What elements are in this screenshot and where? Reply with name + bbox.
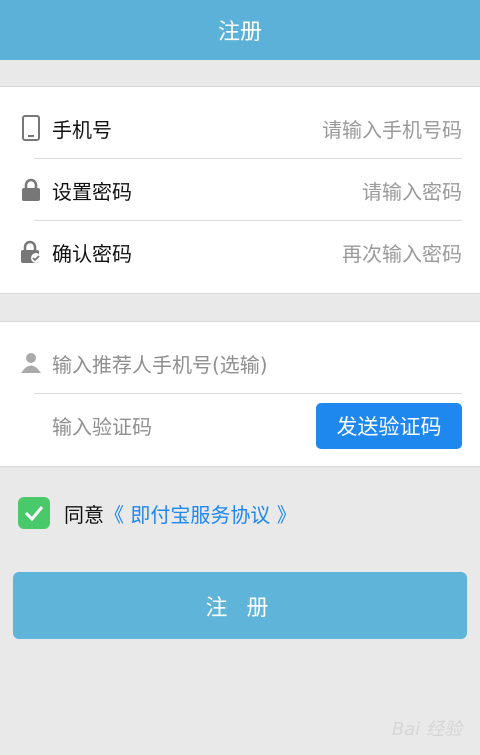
register-button[interactable]: 注 册 xyxy=(13,572,467,639)
agreement-link[interactable]: 《 即付宝服务协议 》 xyxy=(104,499,297,528)
confirm-input[interactable]: 再次输入密码 xyxy=(342,238,462,267)
password-row[interactable]: 设置密码 请输入密码 xyxy=(0,159,480,221)
confirm-row[interactable]: 确认密码 再次输入密码 xyxy=(0,221,480,283)
code-row: 输入验证码 发送验证码 xyxy=(0,394,480,456)
confirm-label: 确认密码 xyxy=(52,241,132,266)
send-code-button[interactable]: 发送验证码 xyxy=(316,403,462,449)
agree-text: 同意 xyxy=(64,502,104,527)
person-icon xyxy=(20,350,42,376)
header-bar: 注册 xyxy=(0,0,480,60)
lock-check-icon xyxy=(20,239,42,265)
checkmark-icon xyxy=(24,506,44,521)
phone-label: 手机号 xyxy=(52,117,112,142)
agreement-row: 同意 《 即付宝服务协议 》 xyxy=(18,496,297,530)
password-input[interactable]: 请输入密码 xyxy=(362,176,462,205)
password-label: 设置密码 xyxy=(52,179,132,204)
lock-icon xyxy=(20,177,42,203)
agree-checkbox[interactable] xyxy=(18,497,50,529)
referrer-input[interactable]: 输入推荐人手机号(选输) xyxy=(52,349,268,378)
phone-input[interactable]: 请输入手机号码 xyxy=(322,114,462,143)
page-title: 注册 xyxy=(217,20,262,45)
verify-form-card: 输入推荐人手机号(选输) 输入验证码 发送验证码 xyxy=(0,321,480,467)
watermark: Bai 经验 xyxy=(391,719,462,740)
phone-icon xyxy=(20,115,42,141)
code-input[interactable]: 输入验证码 xyxy=(52,411,152,440)
account-form-card: 手机号 请输入手机号码 设置密码 请输入密码 确认密码 再次输入密码 xyxy=(0,86,480,294)
phone-row[interactable]: 手机号 请输入手机号码 xyxy=(0,97,480,159)
referrer-row[interactable]: 输入推荐人手机号(选输) xyxy=(0,332,480,394)
